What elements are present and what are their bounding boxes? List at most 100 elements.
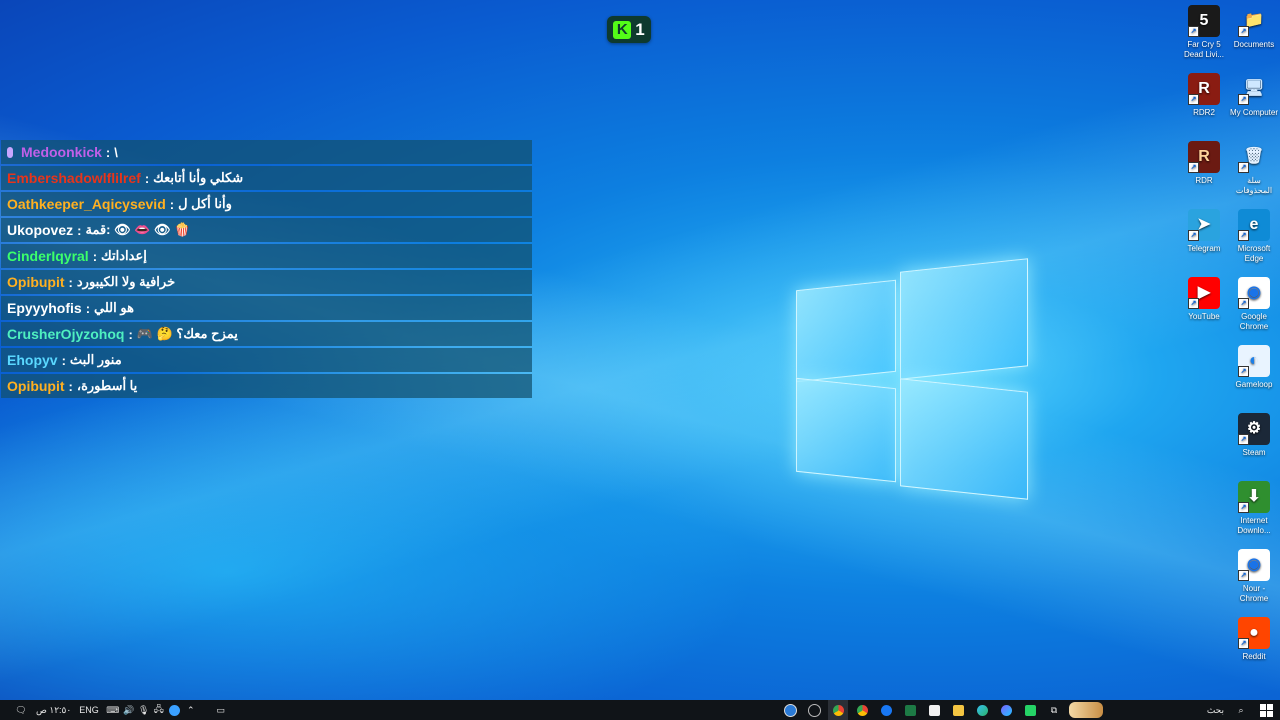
chat-message: Opibupit: خرافية ولا الكيبورد — [1, 270, 532, 294]
taskbar-clock[interactable]: ١٢:٥٠ ص — [36, 700, 71, 720]
desktop-icon-youtube[interactable]: ▶ ↗ YouTube — [1179, 277, 1229, 322]
desktop-icon-nour[interactable]: ◉ ↗ Nour - Chrome — [1229, 549, 1279, 604]
chat-message: Embershadowlflilref: شكلي وأنا أتابعك — [1, 166, 532, 190]
touch-keyboard-icon[interactable]: ▭ — [209, 700, 233, 720]
shortcut-arrow-icon: ↗ — [1238, 94, 1249, 105]
chat-separator: : — [169, 196, 175, 212]
chat-text: قمة: 👁 👄 👁 🍿 — [85, 222, 191, 237]
chat-message: CrusherOjyzohoq: 🎮 🤔 يمزح معك؟ — [1, 322, 532, 346]
chat-username: Ehopyv — [7, 352, 58, 368]
telegram-icon: ➤ ↗ — [1188, 209, 1220, 241]
desktop-icon-steam[interactable]: ⚙ ↗ Steam — [1229, 413, 1279, 458]
chat-username: Opibupit — [7, 274, 65, 290]
desktop-icon-gameloop[interactable]: ◐ ↗ Gameloop — [1229, 345, 1279, 390]
chat-username: Epyyyhofis — [7, 300, 82, 316]
microphone-icon[interactable]: 🎙 — [137, 700, 151, 720]
chat-text: وأنا أكل ل — [178, 196, 232, 211]
taskbar-app-chrome-icon[interactable] — [852, 700, 872, 720]
shortcut-arrow-icon: ↗ — [1188, 26, 1199, 37]
desktop-icon-farcry[interactable]: 5 ↗ Far Cry 5 Dead Livi... — [1179, 5, 1229, 60]
chat-message: Ehopyv: منور البث — [1, 348, 532, 372]
keyboard-icon[interactable]: ⌨ — [105, 700, 121, 720]
desktop-icon-documents[interactable]: 📁 ↗ Documents — [1229, 5, 1279, 50]
chat-separator: : — [105, 144, 111, 160]
desktop-icon-label: Nour - Chrome — [1239, 584, 1269, 603]
desktop-icon-label: RDR — [1195, 176, 1213, 185]
start-button-windows-icon[interactable] — [1252, 700, 1280, 720]
chat-text: هو اللي — [94, 300, 134, 315]
chat-separator: : — [128, 326, 133, 342]
chat-overlay: Medoonkick: \ Embershadowlflilref: شكلي وأن… — [1, 140, 532, 400]
network-icon[interactable]: 🖧 — [151, 700, 167, 720]
search-label[interactable]: بحث — [1104, 700, 1224, 720]
taskbar-app-store-icon[interactable] — [924, 700, 944, 720]
shortcut-arrow-icon: ↗ — [1238, 638, 1249, 649]
far-cry-icon: 5 ↗ — [1188, 5, 1220, 37]
volume-icon[interactable]: 🔊 — [121, 700, 137, 720]
chat-text: \ — [114, 144, 118, 160]
taskbar-app-edge-icon[interactable] — [972, 700, 992, 720]
taskbar-app-chrome-active-icon[interactable] — [828, 700, 848, 720]
tray-app-icon[interactable] — [167, 700, 183, 720]
task-view-icon[interactable]: ⧉ — [1044, 700, 1064, 720]
taskbar-app-obs-icon[interactable] — [780, 700, 800, 720]
desktop-icon-label: Microsoft Edge — [1237, 244, 1271, 263]
desktop-icon-label: Telegram — [1187, 244, 1221, 253]
language-indicator[interactable]: ENG — [79, 700, 99, 720]
desktop-icon-rdr2[interactable]: R ↗ RDR2 — [1179, 73, 1229, 118]
taskbar-app-file-explorer-icon[interactable] — [948, 700, 968, 720]
computer-icon: 🖥 ↗ — [1238, 73, 1270, 105]
chat-text: شكلي وأنا أتابعك — [153, 170, 244, 185]
show-hidden-icons-chevron-icon[interactable]: ⌃ — [183, 700, 199, 720]
desktop-icon-label: Far Cry 5 Dead Livi... — [1183, 40, 1225, 59]
chat-separator: : — [144, 170, 150, 186]
desktop-icon-edge[interactable]: e ↗ Microsoft Edge — [1229, 209, 1279, 264]
shortcut-arrow-icon: ↗ — [1238, 570, 1249, 581]
shortcut-arrow-icon: ↗ — [1188, 94, 1199, 105]
chat-username: Oathkeeper_Aqicysevid — [7, 196, 166, 212]
desktop-icon-rdr[interactable]: R ↗ RDR — [1179, 141, 1229, 186]
desktop-icon-chrome[interactable]: ◉ ↗ Google Chrome — [1229, 277, 1279, 332]
chat-message: Medoonkick: \ — [1, 140, 532, 164]
desktop-icon-recycle[interactable]: 🗑 ↗ سلة المحذوفات — [1229, 141, 1279, 196]
chat-message: CinderIqyral: إعداداتك — [1, 244, 532, 268]
chat-username: Opibupit — [7, 378, 65, 394]
chat-message: Oathkeeper_Aqicysevid: وأنا أكل ل — [1, 192, 532, 216]
taskbar-app-facebook-icon[interactable] — [876, 700, 896, 720]
shortcut-arrow-icon: ↗ — [1238, 366, 1249, 377]
steam-icon: ⚙ ↗ — [1238, 413, 1270, 445]
viewer-count: 1 — [635, 19, 645, 39]
desktop-icon-label: Google Chrome — [1239, 312, 1269, 331]
rdr2-icon: R ↗ — [1188, 73, 1220, 105]
desktop-icon-label: RDR2 — [1193, 108, 1215, 117]
desktop-icon-reddit[interactable]: ● ↗ Reddit — [1229, 617, 1279, 662]
taskbar-app-clock-icon[interactable] — [804, 700, 824, 720]
taskbar-app-photos-icon[interactable] — [996, 700, 1016, 720]
wallpaper-glow — [0, 380, 760, 700]
shortcut-arrow-icon: ↗ — [1188, 162, 1199, 173]
desktop-icon-telegram[interactable]: ➤ ↗ Telegram — [1179, 209, 1229, 254]
chat-separator: : — [77, 222, 82, 238]
chat-username: Embershadowlflilref — [7, 170, 141, 186]
shortcut-arrow-icon: ↗ — [1238, 502, 1249, 513]
taskbar-app-excel-icon[interactable] — [900, 700, 920, 720]
desktop-icon-label: سلة المحذوفات — [1235, 176, 1273, 195]
reddit-icon: ● ↗ — [1238, 617, 1270, 649]
chrome-icon: ◉ ↗ — [1238, 277, 1270, 309]
shortcut-arrow-icon: ↗ — [1238, 162, 1249, 173]
chat-message: Opibupit: ،يا أسطورة — [1, 374, 532, 398]
taskbar-widget-icon[interactable] — [1068, 700, 1104, 720]
chat-username: CrusherOjyzohoq — [7, 326, 125, 342]
desktop-icon-mycomputer[interactable]: 🖥 ↗ My Computer — [1229, 73, 1279, 118]
recycle-bin-icon: 🗑 ↗ — [1238, 141, 1270, 173]
desktop-icon-idm[interactable]: ⬇ ↗ Internet Downlo... — [1229, 481, 1279, 536]
search-icon[interactable]: ⌕ — [1230, 700, 1252, 720]
shortcut-arrow-icon: ↗ — [1188, 230, 1199, 241]
chat-message: Epyyyhofis: هو اللي — [1, 296, 532, 320]
rdr-icon: R ↗ — [1188, 141, 1220, 173]
taskbar-app-whatsapp-icon[interactable] — [1020, 700, 1040, 720]
chat-text: منور البث — [69, 352, 122, 367]
internet-download-manager-icon: ⬇ ↗ — [1238, 481, 1270, 513]
taskbar: 🗨 ١٢:٥٠ ص ENG ⌨ 🔊 🎙 🖧 ⌃ ▭ ⧉ بحث ⌕ — [0, 700, 1280, 720]
notification-center-icon[interactable]: 🗨 — [10, 700, 32, 720]
